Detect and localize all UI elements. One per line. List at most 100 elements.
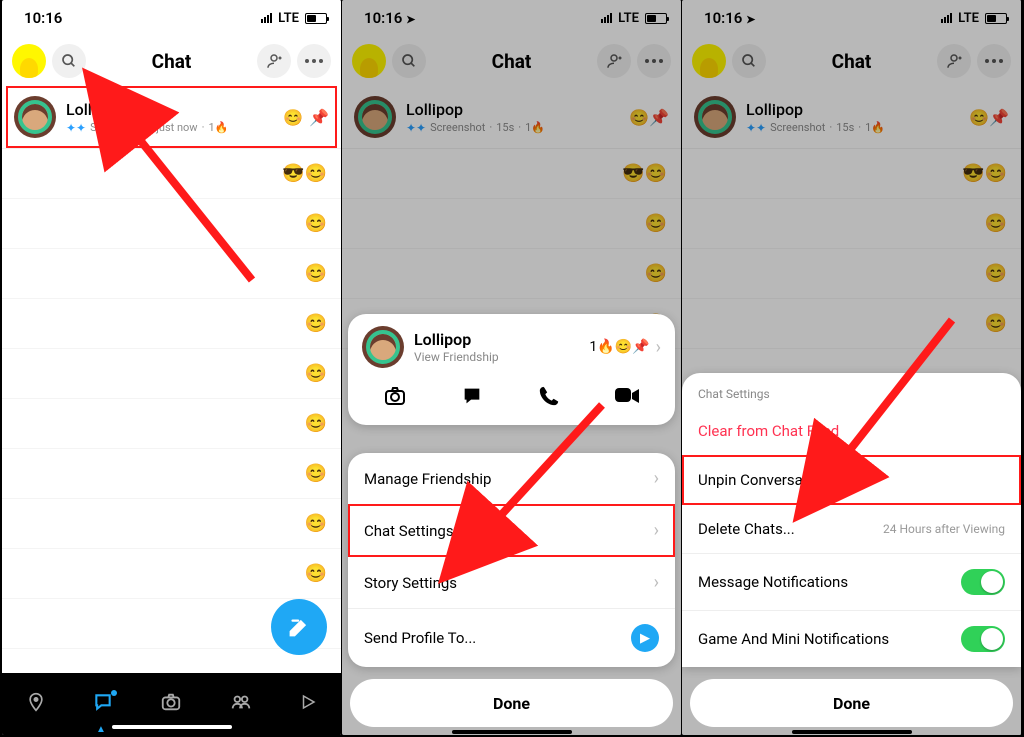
my-avatar[interactable] xyxy=(692,44,726,78)
status-bar: 10:16 LTE xyxy=(2,0,341,36)
story-settings-item[interactable]: Story Settings› xyxy=(348,557,675,609)
status-network: LTE xyxy=(278,11,299,26)
chat-row-lollipop[interactable]: Lollipop ✦✦Screenshot·15s·1🔥 😊📌 xyxy=(682,86,1021,149)
my-avatar[interactable] xyxy=(352,44,386,78)
chat-time: 15s xyxy=(496,121,514,134)
add-friend-button[interactable] xyxy=(597,44,631,78)
toggle-on-icon[interactable] xyxy=(961,569,1005,595)
chat-row-9[interactable]: 😊 xyxy=(2,499,341,549)
message-notifications-item[interactable]: Message Notifications xyxy=(682,554,1021,611)
more-button[interactable] xyxy=(977,44,1011,78)
my-avatar[interactable] xyxy=(12,44,46,78)
chat-row-lollipop[interactable]: Lollipop ✦✦Screenshot·15s·1🔥 😊📌 xyxy=(342,86,681,149)
status-time: 10:16 xyxy=(24,9,62,27)
manage-friendship-item[interactable]: Manage Friendship › xyxy=(348,453,675,505)
snap-camera-button[interactable] xyxy=(383,384,407,413)
chat-row-lollipop[interactable]: Lollipop ✦✦ Screenshot· just now· 1🔥 😊 📌 xyxy=(2,86,341,149)
add-friend-button[interactable] xyxy=(257,44,291,78)
header-title: Chat xyxy=(766,50,937,73)
msg-notif-label: Message Notifications xyxy=(698,573,848,591)
chat-row-4[interactable]: 😊 xyxy=(342,249,681,299)
friend-avatar xyxy=(362,326,404,368)
chat-row-2[interactable]: 😎😊 xyxy=(682,149,1021,199)
chat-row-3[interactable]: 😊 xyxy=(2,199,341,249)
chat-settings-item[interactable]: Chat Settings› xyxy=(348,505,675,557)
camera-tab[interactable] xyxy=(160,691,182,718)
status-right: LTE xyxy=(261,11,327,26)
chat-row-7[interactable]: 😊 xyxy=(2,399,341,449)
more-button[interactable] xyxy=(297,44,331,78)
chat-row-icons: 😊 📌 xyxy=(283,108,329,127)
profile-header[interactable]: Lollipop View Friendship 1🔥😊📌 › xyxy=(348,314,675,374)
chat-row-5[interactable]: 😊 xyxy=(682,299,1021,349)
send-profile-label: Send Profile To... xyxy=(364,629,476,647)
chevron-right-icon: › xyxy=(654,468,659,489)
chat-row-4[interactable]: 😊 xyxy=(2,249,341,299)
profile-badge: 1🔥😊📌 xyxy=(589,339,649,355)
delete-chats-item[interactable]: Delete Chats... 24 Hours after Viewing xyxy=(682,505,1021,554)
chat-button[interactable] xyxy=(461,385,483,412)
status-time: 10:16 xyxy=(704,9,742,27)
game-notifications-item[interactable]: Game And Mini Notifications xyxy=(682,611,1021,667)
chevron-right-icon: › xyxy=(656,337,661,358)
phone-screen-3: 10:16 ➤ LTE Chat Lollipop ✦✦Screenshot·1… xyxy=(682,0,1022,735)
chat-row-5[interactable]: 😊 xyxy=(2,299,341,349)
unpin-conversation-item[interactable]: Unpin Conversation xyxy=(682,456,1021,505)
chat-row-3[interactable]: 😊 xyxy=(342,199,681,249)
chat-header: Chat xyxy=(682,36,1021,86)
stories-tab[interactable] xyxy=(230,691,252,718)
clear-from-feed-item[interactable]: Clear from Chat Feed xyxy=(682,407,1021,456)
home-indicator xyxy=(112,725,232,729)
toggle-on-icon[interactable] xyxy=(961,626,1005,652)
status-time: 10:16 xyxy=(364,9,402,27)
delete-label: Delete Chats... xyxy=(698,520,795,538)
location-icon: ➤ xyxy=(406,13,415,26)
play-tab[interactable] xyxy=(299,692,317,716)
chat-row-10[interactable]: 😊 xyxy=(2,549,341,599)
map-tab[interactable] xyxy=(26,692,46,717)
search-button[interactable] xyxy=(732,44,766,78)
chat-row-3[interactable]: 😊 xyxy=(682,199,1021,249)
chat-header: Chat xyxy=(342,36,681,86)
chat-name: Lollipop xyxy=(406,100,629,119)
search-button[interactable] xyxy=(392,44,426,78)
signal-icon xyxy=(941,13,952,23)
call-button[interactable] xyxy=(538,385,560,412)
chat-row-2[interactable]: 😎😊 xyxy=(2,149,341,199)
more-button[interactable] xyxy=(637,44,671,78)
friend-avatar xyxy=(694,96,736,138)
chat-status: Screenshot xyxy=(770,121,825,134)
done-button[interactable]: Done xyxy=(350,679,673,727)
status-network: LTE xyxy=(958,11,979,26)
signal-icon xyxy=(261,13,272,23)
chat-row-2[interactable]: 😎😊 xyxy=(342,149,681,199)
done-button[interactable]: Done xyxy=(690,679,1013,727)
clear-label: Clear from Chat Feed xyxy=(698,422,839,440)
phone-screen-1: 10:16 LTE Chat Lollipop ✦✦ Screenshot· j xyxy=(2,0,342,735)
home-indicator xyxy=(342,727,681,735)
friend-avatar xyxy=(14,96,56,138)
game-notif-label: Game And Mini Notifications xyxy=(698,630,889,648)
chevron-right-icon: › xyxy=(654,572,659,593)
send-icon: ▶ xyxy=(631,624,659,652)
manage-friendship-label: Manage Friendship xyxy=(364,470,491,488)
battery-icon xyxy=(985,13,1007,24)
add-friend-icon xyxy=(265,52,283,70)
compose-icon xyxy=(288,616,310,638)
chat-row-4[interactable]: 😊 xyxy=(682,249,1021,299)
add-friend-button[interactable] xyxy=(937,44,971,78)
send-profile-item[interactable]: Send Profile To... ▶ xyxy=(348,609,675,667)
chevron-right-icon: › xyxy=(654,520,659,541)
chat-row-6[interactable]: 😊 xyxy=(2,349,341,399)
video-call-button[interactable] xyxy=(614,386,640,411)
profile-icon-row xyxy=(348,374,675,425)
done-label: Done xyxy=(493,694,530,713)
unpin-label: Unpin Conversation xyxy=(698,471,828,489)
screenshot-icon: ✦✦ xyxy=(66,121,86,135)
chat-row-8[interactable]: 😊 xyxy=(2,449,341,499)
search-button[interactable] xyxy=(52,44,86,78)
more-icon xyxy=(305,59,323,63)
header-title: Chat xyxy=(86,50,257,73)
chat-tab[interactable] xyxy=(93,692,113,717)
new-chat-fab[interactable] xyxy=(271,599,327,655)
